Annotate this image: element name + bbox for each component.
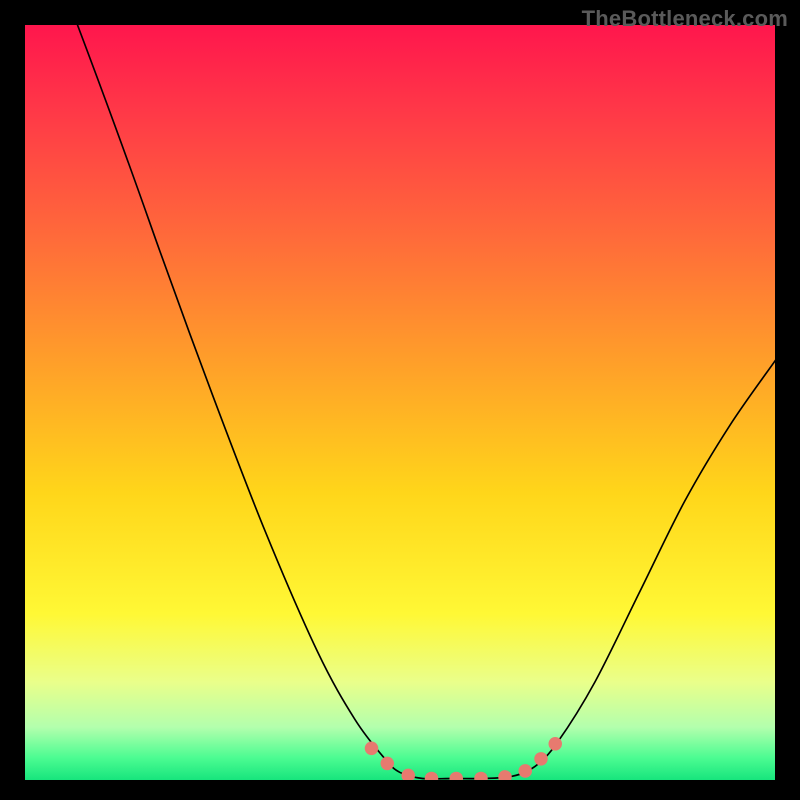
curve-marker-dot [549,737,563,751]
curve-marker-dot [534,752,548,766]
curve-marker-dot [381,757,395,771]
bottleneck-chart [25,25,775,780]
watermark-text: TheBottleneck.com [582,6,788,32]
chart-stage: TheBottleneck.com [0,0,800,800]
curve-marker-dot [519,764,533,778]
curve-marker-dot [365,741,379,755]
gradient-background [25,25,775,780]
